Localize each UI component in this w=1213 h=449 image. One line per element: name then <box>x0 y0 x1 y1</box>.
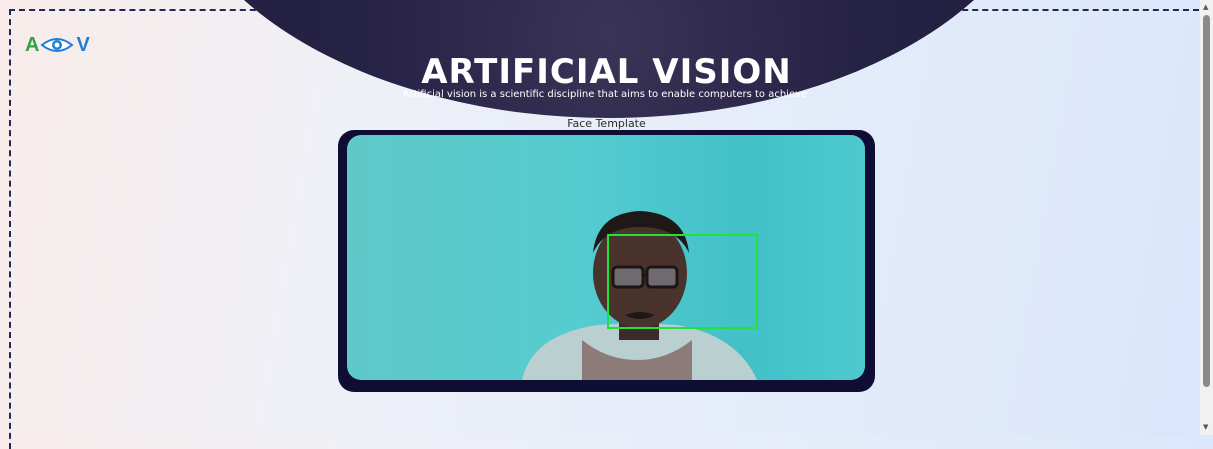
person-figure <box>522 211 757 380</box>
scroll-up-arrow-icon[interactable]: ▲ <box>1203 4 1208 11</box>
video-frame <box>338 130 875 392</box>
webcam-feed <box>347 135 865 380</box>
scrollbar[interactable]: ▲ ▼ <box>1200 0 1213 435</box>
face-template-label: Face Template <box>567 117 646 130</box>
scroll-thumb[interactable] <box>1203 15 1210 387</box>
face-detection-box <box>607 234 758 329</box>
scroll-down-arrow-icon[interactable]: ▼ <box>1203 424 1208 431</box>
page-subtitle: Artificial vision is a scientific discip… <box>402 89 811 100</box>
page-title: ARTIFICIAL VISION <box>421 52 792 92</box>
